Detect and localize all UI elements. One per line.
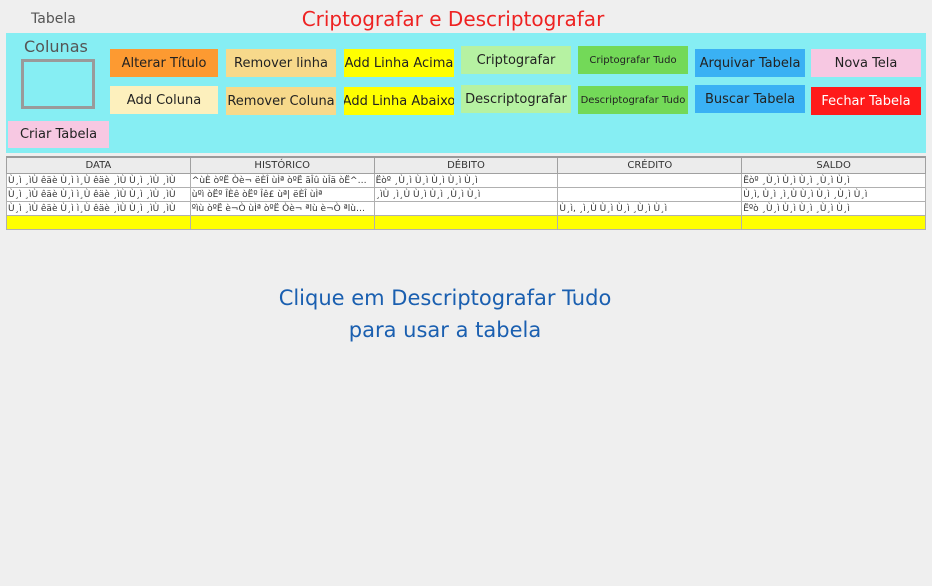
- table-cell[interactable]: Ù¸ì ¸ìÙ êäè Ù¸ì ì¸Ù êäè ¸ìÙ Ù¸ì ¸ìÙ ¸ìÙ: [6, 201, 191, 216]
- descriptografar-button[interactable]: Descriptografar: [461, 85, 571, 113]
- table-cell[interactable]: ¸ìÙ ¸ì¸Ù Ù¸ì Ù¸ì ¸Ù¸ì Ù¸ì: [373, 187, 559, 202]
- table-cell[interactable]: [373, 201, 559, 216]
- table-cell[interactable]: ùºì òËº ÎÈê òËº Îê£ ùª| ëÈÎ ùÌª: [189, 187, 375, 202]
- fechar-tabela-button[interactable]: Fechar Tabela: [811, 87, 921, 115]
- table-cell[interactable]: Ù¸ì ¸ìÙ êäè Ù¸ì ì¸Ù êäè ¸ìÙ Ù¸ì ¸ìÙ ¸ìÙ: [6, 187, 191, 202]
- table-cell[interactable]: Ëòº ¸Ù¸ì Ù¸ì Ù¸ì ¸Ù¸ì Ù¸ì: [741, 173, 926, 188]
- table-row[interactable]: Ù¸ì ¸ìÙ êäè Ù¸ì ì¸Ù êäè ¸ìÙ Ù¸ì ¸ìÙ ¸ìÙ …: [6, 173, 926, 188]
- page-title: Criptografar e Descriptografar: [301, 7, 605, 31]
- add-linha-acima-button[interactable]: Add Linha Acima: [344, 49, 454, 77]
- remover-linha-button[interactable]: Remover linha: [226, 49, 336, 77]
- table-cell[interactable]: [373, 215, 559, 230]
- column-header-credito[interactable]: CRÉDITO: [557, 156, 743, 174]
- instruction-message: Clique em Descriptografar Tudo para usar…: [180, 282, 710, 346]
- alterar-titulo-button[interactable]: Alterar Título: [110, 49, 218, 77]
- arquivar-tabela-button[interactable]: Arquivar Tabela: [695, 49, 805, 77]
- table-row-new[interactable]: [6, 215, 926, 230]
- table-cell[interactable]: [557, 187, 743, 202]
- instruction-line-2: para usar a tabela: [348, 318, 542, 342]
- buscar-tabela-button[interactable]: Buscar Tabela: [695, 85, 805, 113]
- table-cell[interactable]: ºìù òºË è¬Ò ùÌª òºË Òè¬ ªlù è¬Ò ªlù…: [189, 201, 375, 216]
- column-header-historico[interactable]: HISTÓRICO: [189, 156, 375, 174]
- table-cell[interactable]: Ù¸ì ¸ìÙ êäè Ù¸ì ì¸Ù êäè ¸ìÙ Ù¸ì ¸ìÙ ¸ìÙ: [6, 173, 191, 188]
- table-cell[interactable]: Ëòº ¸Ù¸ì Ù¸ì Ù¸ì Ù¸ì Ù¸ì: [373, 173, 559, 188]
- colunas-label: Colunas: [24, 37, 88, 56]
- column-header-saldo[interactable]: SALDO: [741, 156, 926, 174]
- table-cell[interactable]: Ù¸ì, ¸ì¸Ù Ù¸ì Ù¸ì ¸Ù¸ì Ù¸ì: [557, 201, 743, 216]
- toolbar-panel: Colunas Alterar Título Remover linha Add…: [6, 33, 926, 153]
- add-linha-abaixo-button[interactable]: Add Linha Abaixo: [344, 87, 454, 115]
- instruction-line-1: Clique em Descriptografar Tudo: [278, 286, 612, 310]
- table-cell[interactable]: [189, 215, 375, 230]
- table-row[interactable]: Ù¸ì ¸ìÙ êäè Ù¸ì ì¸Ù êäè ¸ìÙ Ù¸ì ¸ìÙ ¸ìÙ …: [6, 187, 926, 202]
- column-header-data[interactable]: DATA: [6, 156, 191, 174]
- colunas-list-box[interactable]: [21, 59, 95, 109]
- table-header-row: DATA HISTÓRICO DÉBITO CRÉDITO SALDO: [6, 156, 926, 174]
- table-cell[interactable]: Ëºò ¸Ù¸ì Ù¸ì Ù¸ì ¸Ù¸ì Ù¸ì: [741, 201, 926, 216]
- remover-coluna-button[interactable]: Remover Coluna: [226, 87, 336, 115]
- table-cell[interactable]: [6, 215, 191, 230]
- descriptografar-tudo-button[interactable]: Descriptografar Tudo: [578, 86, 688, 114]
- add-coluna-button[interactable]: Add Coluna: [110, 86, 218, 114]
- nova-tela-button[interactable]: Nova Tela: [811, 49, 921, 77]
- criptografar-button[interactable]: Criptografar: [461, 46, 571, 74]
- table-cell[interactable]: [557, 215, 743, 230]
- table-cell[interactable]: [557, 173, 743, 188]
- app-screen: Tabela Criptografar e Descriptografar Co…: [0, 0, 932, 586]
- table-cell[interactable]: Ù¸ì, Ù¸ì ¸ì¸Ù Ù¸ì Ù¸ì ¸Ù¸ì Ù¸ì: [741, 187, 926, 202]
- table-cell[interactable]: [741, 215, 926, 230]
- criar-tabela-button[interactable]: Criar Tabela: [8, 121, 109, 148]
- table-row[interactable]: Ù¸ì ¸ìÙ êäè Ù¸ì ì¸Ù êäè ¸ìÙ Ù¸ì ¸ìÙ ¸ìÙ …: [6, 201, 926, 216]
- table-cell[interactable]: ^ùÈ òºË Òè¬ ëÈÎ ùÌª òºË ãÎû ùÎä òË^…: [189, 173, 375, 188]
- criptografar-tudo-button[interactable]: Criptografar Tudo: [578, 46, 688, 74]
- data-table: DATA HISTÓRICO DÉBITO CRÉDITO SALDO Ù¸ì …: [6, 156, 926, 230]
- column-header-debito[interactable]: DÉBITO: [373, 156, 559, 174]
